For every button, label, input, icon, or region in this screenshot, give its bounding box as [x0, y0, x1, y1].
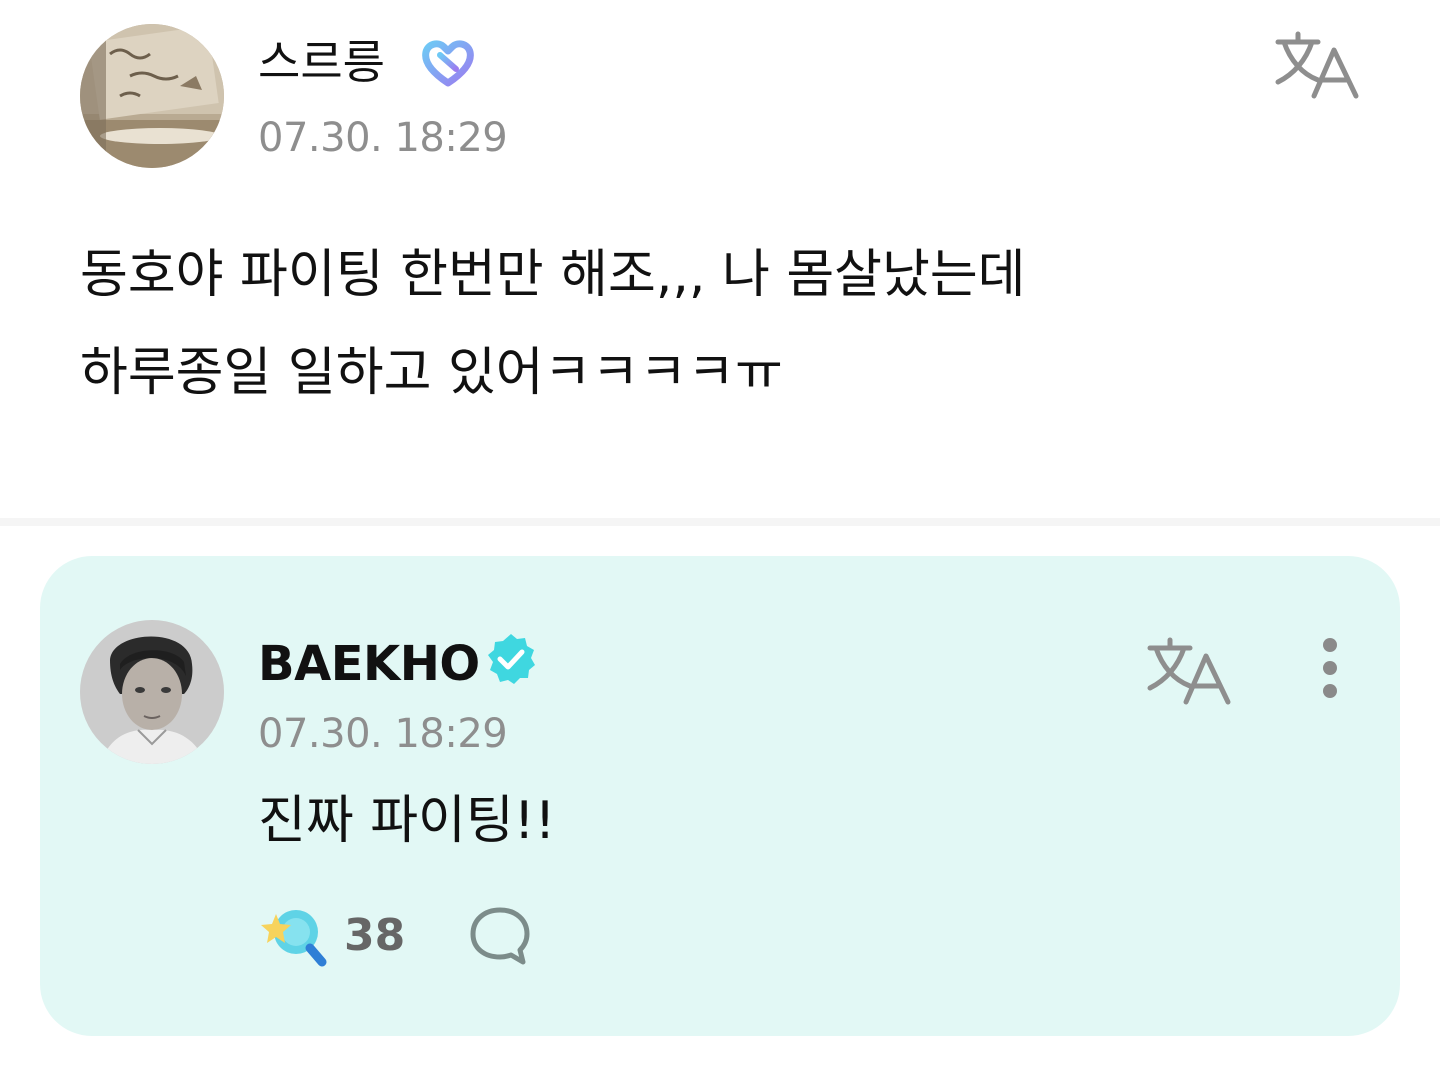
- fan-post-line: 하루종일 일하고 있어ㅋㅋㅋㅋㅠ: [80, 343, 783, 403]
- fan-post-timestamp: 07.30. 18:29: [258, 115, 508, 161]
- more-vertical-icon[interactable]: [1310, 638, 1350, 702]
- translate-icon[interactable]: [1146, 636, 1234, 708]
- section-divider: [0, 518, 1440, 526]
- fan-membership-heart-icon: [422, 40, 474, 87]
- star-wand-reaction-icon[interactable]: [258, 900, 328, 970]
- artist-avatar[interactable]: [80, 620, 224, 764]
- more-dot: [1323, 661, 1337, 675]
- translate-icon[interactable]: [1274, 30, 1362, 102]
- fan-post-body: 동호야 파이팅 한번만 해조,,, 나 몸살났는데 하루종일 일하고 있어ㅋㅋㅋ…: [80, 226, 1280, 422]
- more-dot: [1323, 684, 1337, 698]
- comment-thread: 스르릉 07.30. 18:29 동호야 파이팅 한번만 해조,,, 나 몸살났…: [0, 0, 1440, 1073]
- fan-avatar[interactable]: [80, 24, 224, 168]
- more-dot: [1323, 638, 1337, 652]
- reaction-count: 38: [344, 910, 406, 961]
- fan-username[interactable]: 스르릉: [258, 39, 385, 85]
- fan-post-line: 동호야 파이팅 한번만 해조,,, 나 몸살났는데: [80, 245, 1026, 305]
- artist-username[interactable]: BAEKHO: [258, 640, 480, 688]
- verified-check-icon: [488, 634, 535, 684]
- comment-bubble-icon[interactable]: [468, 904, 532, 968]
- artist-reply-body: 진짜 파이팅!!: [258, 791, 556, 851]
- artist-reply-card: BAEKHO 07.30. 18:29 진짜 파이팅!! 38: [40, 556, 1400, 1036]
- artist-reply-timestamp: 07.30. 18:29: [258, 711, 508, 757]
